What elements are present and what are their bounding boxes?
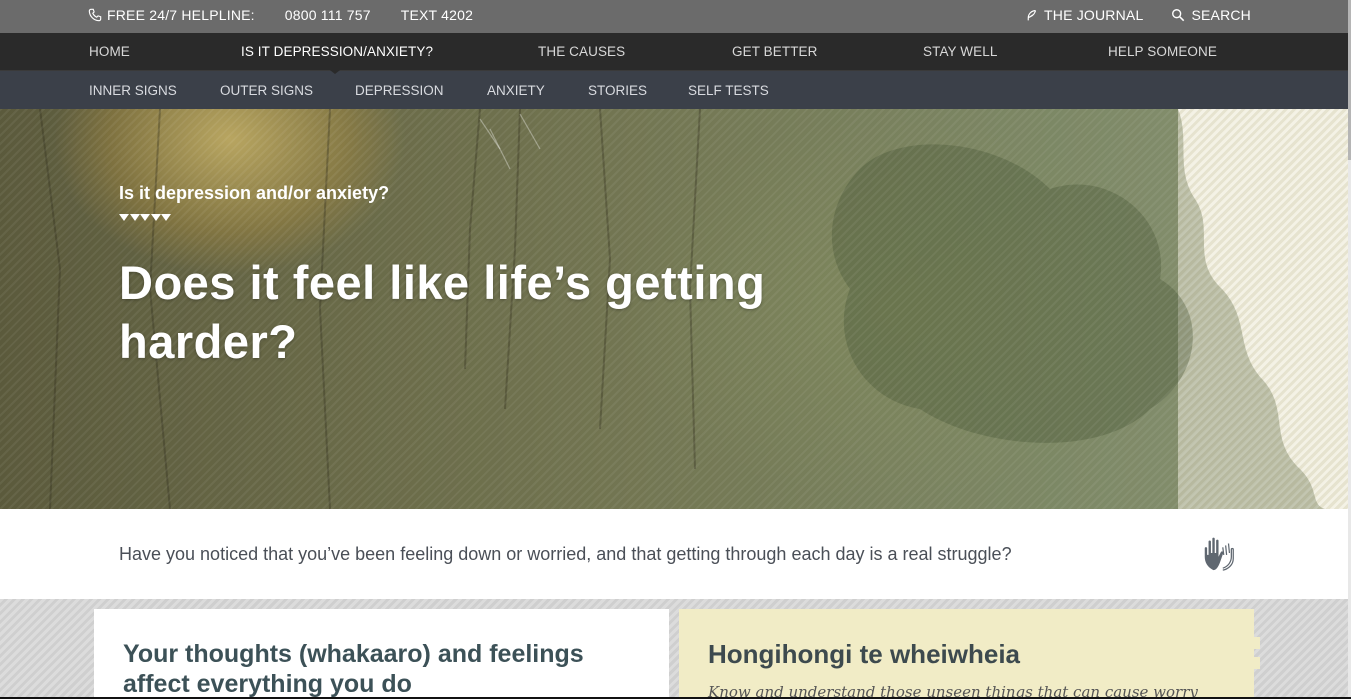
subnav-item-depression[interactable]: DEPRESSION [355, 83, 444, 98]
card-edge-notch [1252, 657, 1260, 669]
feather-icon [1027, 9, 1037, 20]
hero-banner: Is it depression and/or anxiety? Does it… [0, 109, 1348, 509]
subnav-item-self-tests[interactable]: SELF TESTS [688, 83, 769, 98]
hero-kicker: Is it depression and/or anxiety? [119, 183, 390, 203]
hongihongi-card: Hongihongi te wheiwheia Know and underst… [679, 609, 1260, 699]
phone-icon [88, 8, 102, 22]
nav-item-home[interactable]: HOME [89, 44, 130, 59]
decorative-chevrons [119, 214, 172, 221]
helpline-group: FREE 24/7 HELPLINE: 0800 111 757 TEXT 42… [88, 7, 473, 23]
thoughts-card: Your thoughts (whakaaro) and feelings af… [94, 609, 669, 699]
subnav-item-inner-signs[interactable]: INNER SIGNS [89, 83, 177, 98]
subnav-item-anxiety[interactable]: ANXIETY [487, 83, 545, 98]
nav-item-the-causes[interactable]: THE CAUSES [538, 44, 625, 59]
hongihongi-card-title: Hongihongi te wheiwheia [708, 639, 1020, 669]
content-section: Your thoughts (whakaaro) and feelings af… [0, 599, 1348, 699]
utility-links: THE JOURNAL SEARCH [1025, 7, 1251, 23]
search-icon [1172, 9, 1185, 22]
journal-link[interactable]: THE JOURNAL [1025, 7, 1143, 23]
page: FREE 24/7 HELPLINE: 0800 111 757 TEXT 42… [0, 0, 1351, 699]
nav-item-get-better[interactable]: GET BETTER [732, 44, 818, 59]
nav-item-is-it-depression-anxiety[interactable]: IS IT DEPRESSION/ANXIETY? [241, 44, 433, 59]
intro-text: Have you noticed that you’ve been feelin… [119, 544, 1012, 564]
hero-headline: Does it feel like life’s getting harder? [119, 256, 766, 368]
intro-strip: Have you noticed that you’ve been feelin… [0, 509, 1348, 599]
subnav-item-outer-signs[interactable]: OUTER SIGNS [220, 83, 313, 98]
top-utility-bar: FREE 24/7 HELPLINE: 0800 111 757 TEXT 42… [0, 0, 1351, 33]
sub-navigation: INNER SIGNS OUTER SIGNS DEPRESSION ANXIE… [0, 71, 1351, 109]
journal-label: THE JOURNAL [1044, 7, 1144, 23]
hand-sign-icon [1204, 537, 1234, 571]
subnav-item-stories[interactable]: STORIES [588, 83, 647, 98]
search-link[interactable]: SEARCH [1171, 7, 1251, 23]
helpline-phone-link[interactable]: 0800 111 757 [285, 7, 371, 23]
main-navigation: HOME IS IT DEPRESSION/ANXIETY? THE CAUSE… [0, 33, 1351, 74]
thoughts-card-title: Your thoughts (whakaaro) and feelings af… [123, 640, 584, 698]
nav-item-help-someone[interactable]: HELP SOMEONE [1108, 44, 1217, 59]
helpline-text-link[interactable]: TEXT 4202 [401, 7, 473, 23]
helpline-label: FREE 24/7 HELPLINE: [107, 7, 255, 23]
nav-item-stay-well[interactable]: STAY WELL [923, 44, 997, 59]
card-edge-notch [1252, 637, 1260, 649]
search-label: SEARCH [1191, 7, 1251, 23]
active-nav-indicator [326, 67, 344, 74]
